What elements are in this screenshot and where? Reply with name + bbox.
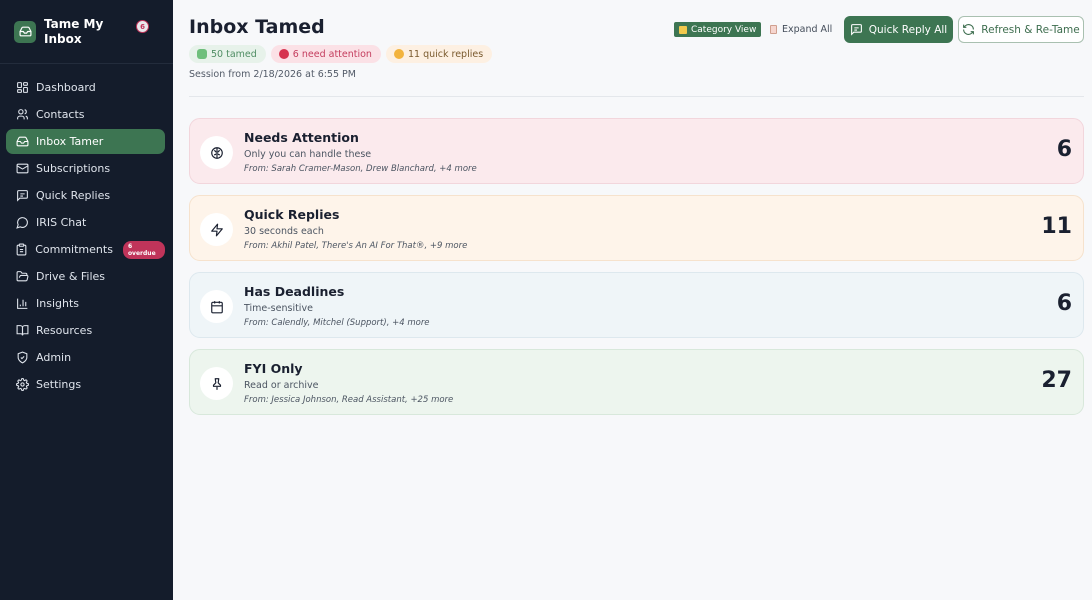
category-count: 27 [1041,368,1072,393]
attention-chip: 6 need attention [270,45,381,63]
category-senders: From: Calendly, Mitchel (Support), +4 mo… [244,318,430,328]
category-card-has-deadlines[interactable]: Has Deadlines Time-sensitive From: Calen… [189,272,1084,338]
category-card-quick-replies[interactable]: Quick Replies 30 seconds each From: Akhi… [189,195,1084,261]
main-content: Inbox Tamed 50 tamed 6 need attention 11… [173,0,1092,600]
sidebar-item-settings[interactable]: Settings [6,372,165,397]
sidebar-item-dashboard[interactable]: Dashboard [6,75,165,100]
category-count: 11 [1041,214,1072,239]
summary-chips: 50 tamed 6 need attention 11 quick repli… [189,45,497,63]
expand-all-label: Expand All [782,24,833,35]
category-view-button[interactable]: Category View [674,22,762,37]
category-subtitle: 30 seconds each [244,226,324,237]
category-count: 6 [1056,291,1072,316]
bar-chart-icon [679,25,687,34]
category-card-fyi-only[interactable]: FYI Only Read or archive From: Jessica J… [189,349,1084,415]
dashboard-icon [15,81,29,95]
sidebar-item-label: Quick Replies [36,189,111,202]
refresh-icon [963,24,975,35]
quick-reply-all-button[interactable]: Quick Reply All [844,16,953,43]
chat-icon [15,216,29,230]
sidebar-item-label: Contacts [36,108,85,121]
yellow-circle-icon [393,49,404,59]
users-icon [15,108,29,122]
shield-icon [15,351,29,365]
sidebar-item-contacts[interactable]: Contacts [6,102,165,127]
overdue-badge: 6 overdue [122,240,165,259]
sidebar-item-label: Dashboard [36,81,96,94]
notification-badge[interactable]: 6 [136,20,149,33]
message-square-icon [850,24,862,36]
inbox-icon [15,135,29,149]
sidebar-item-quick-replies[interactable]: Quick Replies [6,183,165,208]
sidebar-item-label: Subscriptions [36,162,111,175]
tamed-chip: 50 tamed [189,45,266,63]
sidebar-item-label: Inbox Tamer [36,135,104,148]
sidebar-item-inbox-tamer[interactable]: Inbox Tamer [6,129,165,154]
sidebar-item-label: Resources [36,324,93,337]
brain-icon [200,136,233,169]
category-count: 6 [1056,137,1072,162]
refresh-label: Refresh & Re-Tame [981,23,1080,36]
quick-chip: 11 quick replies [385,45,493,63]
sidebar-item-label: Insights [36,297,80,310]
category-senders: From: Sarah Cramer-Mason, Drew Blanchard… [244,164,477,174]
refresh-button[interactable]: Refresh & Re-Tame [958,16,1084,43]
sidebar-item-label: Commitments [35,243,113,256]
pin-icon [200,367,233,400]
category-title: Needs Attention [244,130,359,145]
sidebar-item-label: Admin [36,351,72,364]
toolbar: Category View Expand All Quick Reply All… [673,16,1084,43]
category-view-label: Category View [691,24,757,35]
sidebar-item-iris-chat[interactable]: IRIS Chat [6,210,165,235]
brand-header: Tame My Inbox 6 [0,0,173,64]
category-cards: Needs Attention Only you can handle thes… [189,118,1084,426]
lightning-icon [200,213,233,246]
red-circle-icon [278,49,289,59]
page-title: Inbox Tamed [189,16,325,38]
category-card-needs-attention[interactable]: Needs Attention Only you can handle thes… [189,118,1084,184]
session-info: Session from 2/18/2026 at 6:55 PM [189,69,356,80]
expand-all-button[interactable]: Expand All [770,22,832,37]
bar-chart-icon [15,297,29,311]
attention-chip-label: 6 need attention [292,48,372,60]
sidebar-item-drive-files[interactable]: Drive & Files [6,264,165,289]
sidebar-nav: Dashboard Contacts Inbox Tamer Subscript… [0,64,173,397]
sidebar-item-admin[interactable]: Admin [6,345,165,370]
sidebar-item-resources[interactable]: Resources [6,318,165,343]
calendar-icon [200,290,233,323]
mail-icon [15,162,29,176]
book-icon [15,324,29,338]
check-icon [197,49,207,59]
folder-icon [15,270,29,284]
category-title: FYI Only [244,361,303,376]
sidebar-item-label: IRIS Chat [36,216,87,229]
category-subtitle: Only you can handle these [244,149,372,160]
category-subtitle: Read or archive [244,380,319,391]
category-title: Has Deadlines [244,284,345,299]
category-senders: From: Jessica Johnson, Read Assistant, +… [244,395,454,405]
sidebar-item-label: Settings [36,378,82,391]
quick-reply-all-label: Quick Reply All [868,23,948,36]
sidebar-item-label: Drive & Files [36,270,106,283]
gear-icon [15,378,29,392]
sidebar-item-subscriptions[interactable]: Subscriptions [6,156,165,181]
clipboard-icon [770,25,777,34]
sidebar-item-commitments[interactable]: Commitments 6 overdue [6,237,165,262]
category-title: Quick Replies [244,207,340,222]
sidebar: Tame My Inbox 6 Dashboard Contacts Inbox… [0,0,173,600]
quick-chip-label: 11 quick replies [407,48,484,60]
clipboard-icon [15,243,28,257]
sidebar-item-insights[interactable]: Insights [6,291,165,316]
category-senders: From: Akhil Patel, There's An AI For Tha… [244,241,468,251]
inbox-logo-icon [14,20,36,43]
message-square-icon [15,189,29,203]
tamed-chip-label: 50 tamed [211,48,257,60]
category-subtitle: Time-sensitive [244,303,313,314]
app-name: Tame My Inbox [44,16,104,46]
header-divider [189,96,1084,97]
